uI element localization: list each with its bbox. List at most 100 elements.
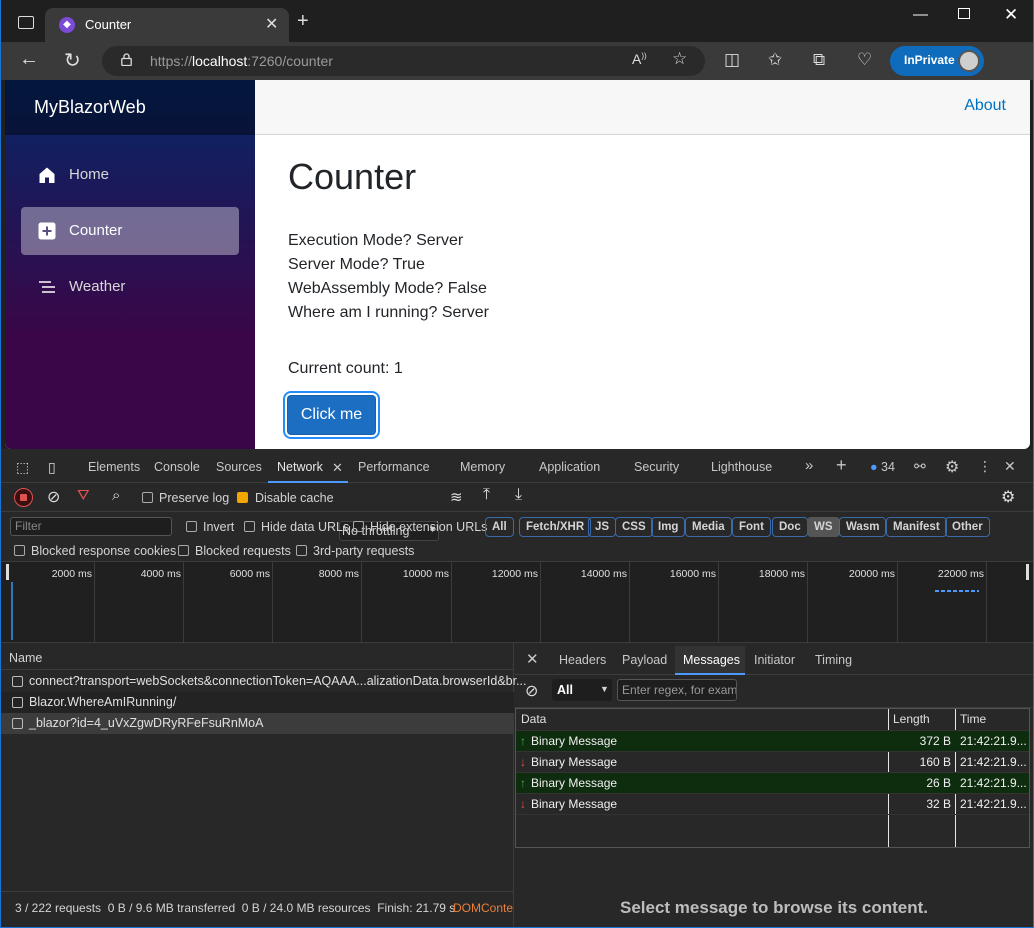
type-filter-doc[interactable]: Doc <box>772 517 808 537</box>
request-row[interactable]: Blazor.WhereAmIRunning/ <box>1 692 514 713</box>
name-column-header[interactable]: Name <box>9 651 42 665</box>
close-devtools-icon[interactable]: ✕ <box>1004 458 1016 475</box>
customize-icon[interactable]: ⚯ <box>914 458 926 475</box>
search-icon[interactable]: ⌕ <box>112 487 120 504</box>
tab-actions-icon[interactable] <box>18 16 34 29</box>
minimize-icon[interactable]: — <box>913 6 928 23</box>
hide-data-urls-label: Hide data URLs <box>261 520 350 534</box>
tab-elements[interactable]: Elements <box>88 460 140 474</box>
split-screen-icon[interactable]: ◫ <box>724 50 740 70</box>
nav-item-home[interactable]: Home <box>21 151 239 199</box>
tab-security[interactable]: Security <box>634 460 679 474</box>
tab-initiator[interactable]: Initiator <box>754 653 795 667</box>
back-icon[interactable]: ← <box>19 48 39 71</box>
type-filter-all[interactable]: All <box>485 517 514 537</box>
favorites-icon[interactable]: ✩ <box>768 50 782 70</box>
message-type-select[interactable]: All ▼ <box>552 679 612 701</box>
timeline-gridline <box>986 562 987 643</box>
maximize-icon[interactable] <box>958 8 970 19</box>
tab-messages[interactable]: Messages <box>683 653 740 667</box>
import-har-icon[interactable]: ⤒ <box>483 486 490 504</box>
tab-memory[interactable]: Memory <box>460 460 505 474</box>
tab-lighthouse[interactable]: Lighthouse <box>711 460 772 474</box>
filter-icon[interactable]: ⛛ <box>77 487 90 504</box>
type-filter-ws[interactable]: WS <box>807 517 840 537</box>
third-party-requests-checkbox[interactable] <box>296 545 307 556</box>
network-settings-icon[interactable]: ⚙ <box>1001 487 1015 507</box>
tab-application[interactable]: Application <box>539 460 600 474</box>
brand-link[interactable]: MyBlazorWeb <box>34 97 146 118</box>
request-row-selected[interactable]: _blazor?id=4_uVxZgwDRyRFeFsuRnMoA <box>1 713 514 734</box>
invert-checkbox[interactable] <box>186 521 197 532</box>
column-data[interactable]: Data <box>521 709 546 729</box>
new-tab-icon[interactable]: + <box>297 11 309 31</box>
close-details-icon[interactable]: ✕ <box>526 650 539 668</box>
preserve-log-label: Preserve log <box>159 491 230 505</box>
timeline-tick-label: 12000 ms <box>491 568 538 580</box>
hide-extension-urls-checkbox[interactable] <box>353 521 364 532</box>
export-har-icon[interactable]: ⤓ <box>515 486 522 504</box>
type-filter-manifest[interactable]: Manifest <box>886 517 947 537</box>
disable-cache-checkbox[interactable] <box>237 492 248 503</box>
settings-gear-icon[interactable]: ⚙ <box>945 457 959 477</box>
hide-data-urls-checkbox[interactable] <box>244 521 255 532</box>
collections-icon[interactable]: ⧉ <box>813 50 825 70</box>
tab-network[interactable]: Network <box>277 460 323 474</box>
nav-item-weather[interactable]: Weather <box>21 263 239 311</box>
close-network-tab-icon[interactable]: ✕ <box>332 460 343 476</box>
clear-icon[interactable]: ⊘ <box>47 487 60 507</box>
clear-messages-icon[interactable]: ⊘ <box>525 681 538 701</box>
regex-filter-input[interactable]: Enter regex, for example: (web)?socket <box>617 679 737 701</box>
type-filter-fetch-xhr[interactable]: Fetch/XHR <box>519 517 592 537</box>
close-window-icon[interactable]: ✕ <box>1004 5 1018 25</box>
tab-close-icon[interactable]: ✕ <box>265 14 278 34</box>
add-tab-icon[interactable]: + <box>836 455 847 476</box>
tab-headers[interactable]: Headers <box>559 653 606 667</box>
type-filter-js[interactable]: JS <box>588 517 617 537</box>
column-time[interactable]: Time <box>960 709 986 729</box>
inprivate-profile-button[interactable]: InPrivate <box>890 46 984 76</box>
message-row[interactable]: ↓ Binary Message 32 B 21:42:21.9... <box>516 793 1029 814</box>
message-row[interactable]: ↑ Binary Message 26 B 21:42:21.9... <box>516 772 1029 793</box>
type-filter-wasm[interactable]: Wasm <box>839 517 887 537</box>
tab-console[interactable]: Console <box>154 460 200 474</box>
network-conditions-icon[interactable]: ≋ <box>450 488 463 506</box>
column-length[interactable]: Length <box>893 709 930 729</box>
type-filter-media[interactable]: Media <box>685 517 732 537</box>
blocked-response-cookies-checkbox[interactable] <box>14 545 25 556</box>
timeline-left-handle[interactable] <box>6 564 9 580</box>
address-bar: ← ↻ https://localhost:7260/counter A)) ☆… <box>1 42 1033 80</box>
click-me-button[interactable]: Click me <box>287 395 376 435</box>
type-filter-other[interactable]: Other <box>945 517 990 537</box>
message-row[interactable]: ↑ Binary Message 372 B 21:42:21.9... <box>516 730 1029 751</box>
favorite-star-icon[interactable]: ☆ <box>672 49 687 69</box>
device-toolbar-icon[interactable]: ▯ <box>48 459 56 476</box>
read-aloud-icon[interactable]: A)) <box>632 51 647 67</box>
request-row[interactable]: connect?transport=webSockets&connectionT… <box>1 671 527 692</box>
tab-sources[interactable]: Sources <box>216 460 262 474</box>
tab-payload[interactable]: Payload <box>622 653 667 667</box>
tab-performance[interactable]: Performance <box>358 460 430 474</box>
record-stop-icon[interactable] <box>14 488 33 507</box>
nav-item-counter[interactable]: Counter <box>21 207 239 255</box>
refresh-icon[interactable]: ↻ <box>64 48 81 73</box>
timeline-right-handle[interactable] <box>1026 564 1029 580</box>
type-filter-css[interactable]: CSS <box>615 517 653 537</box>
more-options-icon[interactable]: ⋮ <box>978 458 992 475</box>
blocked-requests-checkbox[interactable] <box>178 545 189 556</box>
message-row[interactable]: ↓ Binary Message 160 B 21:42:21.9... <box>516 751 1029 772</box>
filter-input[interactable]: Filter <box>10 517 172 536</box>
issues-counter[interactable]: ● 34 <box>870 460 895 474</box>
url-field[interactable]: https://localhost:7260/counter A)) ☆ <box>102 46 705 76</box>
browser-essentials-icon[interactable]: ♡ <box>857 50 872 70</box>
tab-timing[interactable]: Timing <box>815 653 852 667</box>
more-tabs-icon[interactable]: » <box>805 457 813 474</box>
inspect-element-icon[interactable]: ⬚ <box>16 459 29 476</box>
preserve-log-checkbox[interactable] <box>142 492 153 503</box>
about-link[interactable]: About <box>964 97 1006 115</box>
details-tabbar: ✕ Headers Payload Messages Initiator Tim… <box>515 643 1033 675</box>
browser-tab[interactable]: ◆ Counter ✕ <box>45 8 289 42</box>
type-filter-font[interactable]: Font <box>732 517 771 537</box>
network-timeline[interactable]: 2000 ms 4000 ms 6000 ms 8000 ms 10000 ms… <box>1 562 1033 643</box>
type-filter-img[interactable]: Img <box>651 517 686 537</box>
